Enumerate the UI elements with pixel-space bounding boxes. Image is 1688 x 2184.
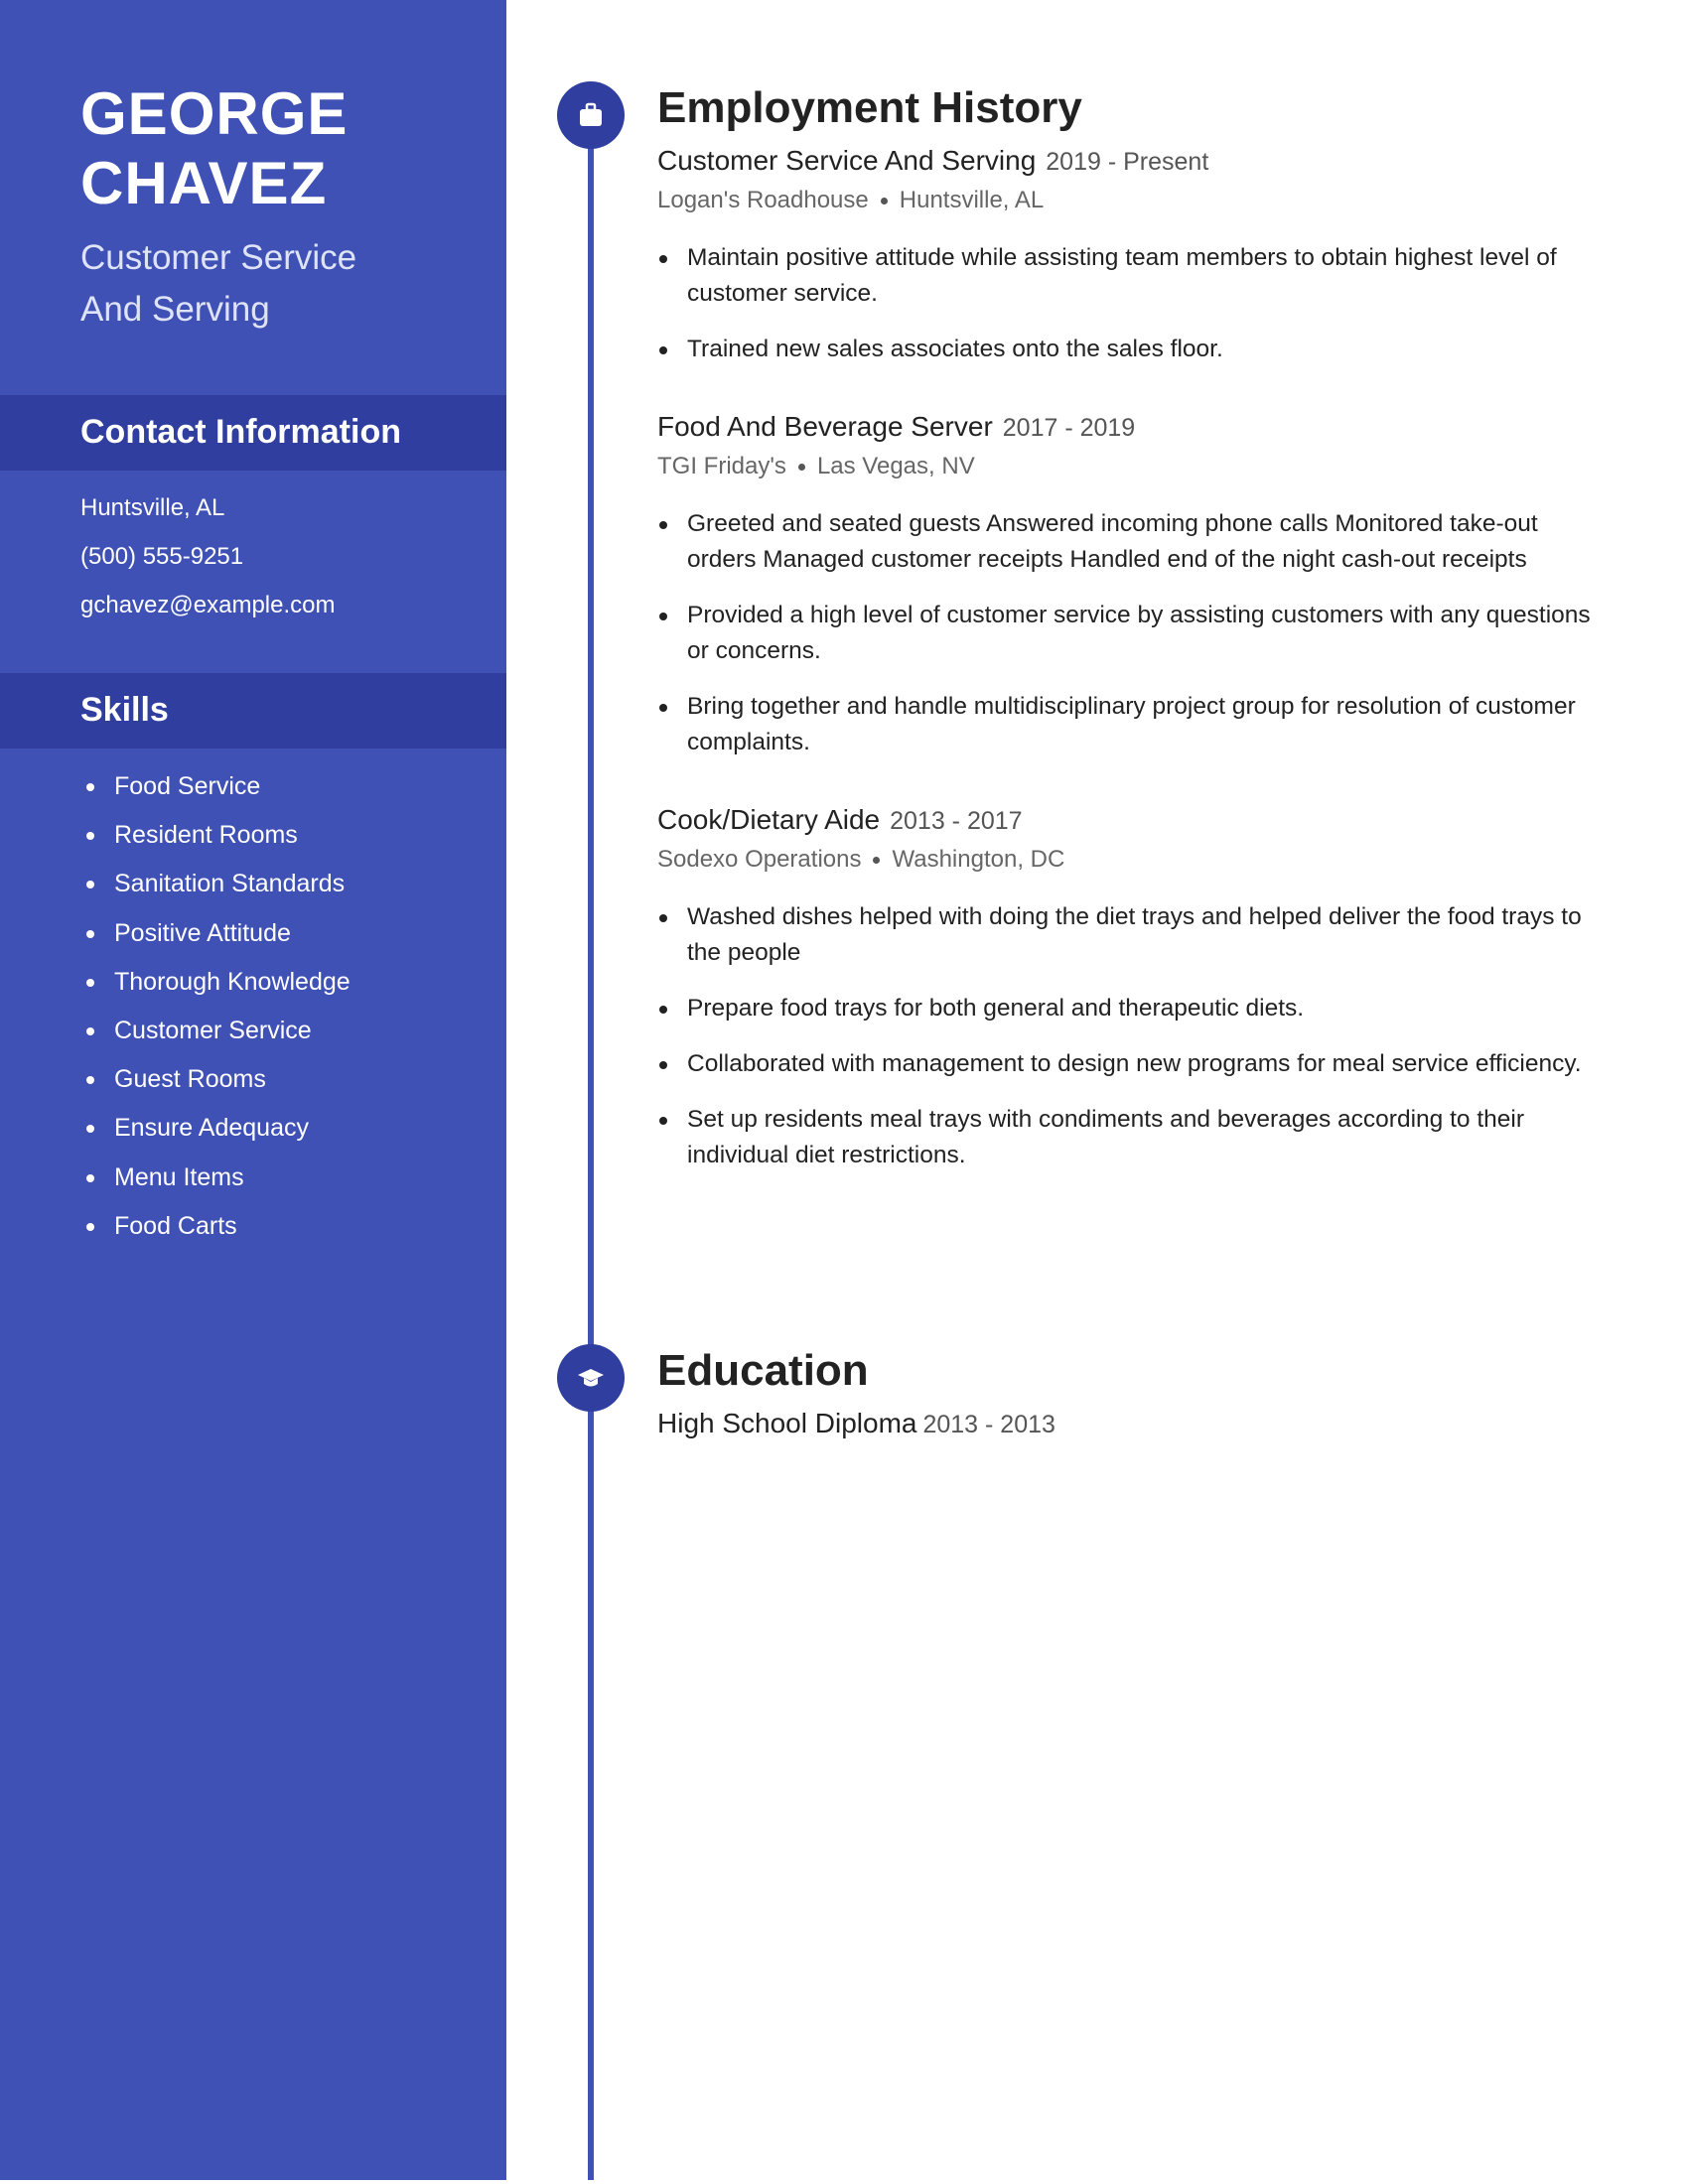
skills-heading: Skills xyxy=(80,691,169,729)
job-bullet: Collaborated with management to design n… xyxy=(657,1046,1611,1082)
company: Sodexo Operations xyxy=(657,846,862,873)
education-heading: Education xyxy=(657,1346,869,1395)
skills-list: Food Service Resident Rooms Sanitation S… xyxy=(80,770,351,1259)
job-title: Customer Service And Serving xyxy=(80,232,356,336)
job-bullets: Greeted and seated guests Answered incom… xyxy=(657,506,1611,760)
employment-section: Employment History Customer Service And … xyxy=(657,83,1611,1193)
job-title-line: And Serving xyxy=(80,290,270,329)
skill-item: Menu Items xyxy=(80,1161,351,1210)
degree: High School Diploma xyxy=(657,1408,917,1438)
job-entry-title: Customer Service And Serving xyxy=(657,145,1037,176)
job-bullet: Greeted and seated guests Answered incom… xyxy=(657,506,1611,578)
timeline-line xyxy=(588,139,594,2180)
skill-item: Guest Rooms xyxy=(80,1063,351,1112)
education-dates: 2013 - 2013 xyxy=(922,1411,1055,1438)
last-name: CHAVEZ xyxy=(80,150,328,216)
skill-item: Sanitation Standards xyxy=(80,868,351,916)
job-entry-title: Cook/Dietary Aide xyxy=(657,804,881,835)
skill-item: Food Carts xyxy=(80,1210,351,1259)
location: Washington, DC xyxy=(892,846,1065,873)
employment-marker xyxy=(557,81,625,149)
skill-item: Positive Attitude xyxy=(80,917,351,966)
job-entry-employer: Sodexo Operations Washington, DC xyxy=(657,846,1611,874)
job-bullet: Bring together and handle multidisciplin… xyxy=(657,689,1611,760)
briefcase-icon xyxy=(580,102,602,126)
job-bullet: Washed dishes helped with doing the diet… xyxy=(657,899,1611,971)
contact-header: Contact Information xyxy=(0,395,506,471)
company: Logan's Roadhouse xyxy=(657,187,869,213)
location: Las Vegas, NV xyxy=(816,453,975,479)
job-bullet: Set up residents meal trays with condime… xyxy=(657,1102,1611,1173)
job-entry-employer: TGI Friday's Las Vegas, NV xyxy=(657,453,1611,480)
first-name: GEORGE xyxy=(80,80,349,147)
contact-email[interactable]: gchavez@example.com xyxy=(80,590,335,638)
separator-dot xyxy=(873,857,881,865)
job-bullet: Provided a high level of customer servic… xyxy=(657,598,1611,669)
job-entry-dates: 2013 - 2017 xyxy=(890,807,1023,835)
sidebar: GEORGE CHAVEZ Customer Service And Servi… xyxy=(0,0,506,2180)
location: Huntsville, AL xyxy=(899,187,1045,213)
skill-item: Ensure Adequacy xyxy=(80,1112,351,1160)
separator-dot xyxy=(797,464,805,472)
job-bullet: Trained new sales associates onto the sa… xyxy=(657,332,1611,367)
job-bullet: Prepare food trays for both general and … xyxy=(657,991,1611,1026)
education-marker xyxy=(557,1344,625,1412)
education-entry: High School Diploma 2013 - 2013 xyxy=(657,1408,1611,1439)
job-entry-employer: Logan's Roadhouse Huntsville, AL xyxy=(657,187,1611,214)
contact-phone[interactable]: (500) 555-9251 xyxy=(80,541,335,590)
job-entry-dates: 2019 - Present xyxy=(1046,148,1209,176)
graduation-cap-icon xyxy=(578,1369,604,1387)
company: TGI Friday's xyxy=(657,453,786,479)
skills-header: Skills xyxy=(0,673,506,749)
job-entry: Food And Beverage Server 2017 - 2019 TGI … xyxy=(657,411,1611,760)
job-entry-title: Food And Beverage Server xyxy=(657,411,993,442)
skill-item: Food Service xyxy=(80,770,351,819)
skill-item: Thorough Knowledge xyxy=(80,966,351,1015)
contact-info: Huntsville, AL (500) 555-9251 gchavez@ex… xyxy=(80,492,335,638)
job-title-line: Customer Service xyxy=(80,238,357,277)
education-section: Education High School Diploma 2013 - 2013 xyxy=(657,1346,1611,1439)
contact-location: Huntsville, AL xyxy=(80,494,225,521)
job-entry: Cook/Dietary Aide 2013 - 2017 Sodexo Oper… xyxy=(657,804,1611,1173)
skill-item: Customer Service xyxy=(80,1015,351,1063)
job-bullet: Maintain positive attitude while assisti… xyxy=(657,240,1611,312)
separator-dot xyxy=(880,198,888,205)
job-entry: Customer Service And Serving 2019 - Prese… xyxy=(657,145,1611,367)
employment-heading: Employment History xyxy=(657,83,1082,132)
contact-heading: Contact Information xyxy=(80,413,401,451)
job-entry-dates: 2017 - 2019 xyxy=(1002,414,1136,442)
skill-item: Resident Rooms xyxy=(80,819,351,868)
candidate-name: GEORGE CHAVEZ xyxy=(80,79,348,218)
job-bullets: Washed dishes helped with doing the diet… xyxy=(657,899,1611,1173)
job-bullets: Maintain positive attitude while assisti… xyxy=(657,240,1611,367)
